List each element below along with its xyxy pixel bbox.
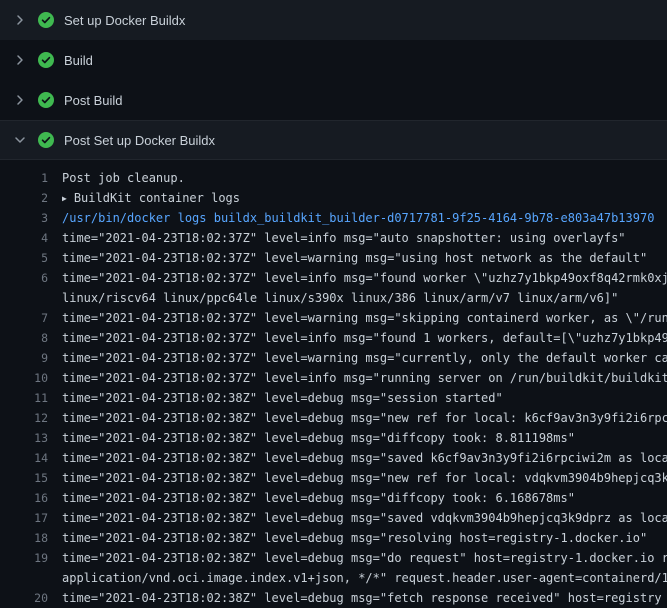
job-steps-list: Set up Docker Buildx Build Post Build Po… bbox=[0, 0, 667, 160]
log-row: 14time="2021-04-23T18:02:38Z" level=debu… bbox=[0, 448, 667, 468]
line-number[interactable]: 19 bbox=[0, 548, 62, 568]
log-text: time="2021-04-23T18:02:37Z" level=info m… bbox=[62, 328, 667, 348]
log-row: 6time="2021-04-23T18:02:37Z" level=info … bbox=[0, 268, 667, 288]
step-label: Post Build bbox=[64, 93, 123, 108]
log-text: time="2021-04-23T18:02:38Z" level=debug … bbox=[62, 468, 667, 488]
log-row: 12time="2021-04-23T18:02:38Z" level=debu… bbox=[0, 408, 667, 428]
check-circle-icon bbox=[38, 12, 54, 28]
log-row: 16time="2021-04-23T18:02:38Z" level=debu… bbox=[0, 488, 667, 508]
line-number[interactable]: 6 bbox=[0, 268, 62, 288]
line-number[interactable]: 5 bbox=[0, 248, 62, 268]
step-header-post-setup-docker-buildx[interactable]: Post Set up Docker Buildx bbox=[0, 120, 667, 160]
log-text: application/vnd.oci.image.index.v1+json,… bbox=[62, 568, 667, 588]
log-text: time="2021-04-23T18:02:37Z" level=info m… bbox=[62, 268, 667, 288]
log-text: Post job cleanup. bbox=[62, 168, 667, 188]
log-row: 9time="2021-04-23T18:02:37Z" level=warni… bbox=[0, 348, 667, 368]
chevron-right-icon bbox=[12, 12, 28, 28]
chevron-right-icon bbox=[12, 52, 28, 68]
line-number[interactable]: 20 bbox=[0, 588, 62, 608]
check-circle-icon bbox=[38, 92, 54, 108]
log-text: time="2021-04-23T18:02:38Z" level=debug … bbox=[62, 428, 667, 448]
log-row: 7time="2021-04-23T18:02:37Z" level=warni… bbox=[0, 308, 667, 328]
line-number[interactable]: 13 bbox=[0, 428, 62, 448]
chevron-right-icon bbox=[12, 92, 28, 108]
log-text: time="2021-04-23T18:02:38Z" level=debug … bbox=[62, 548, 667, 568]
log-row: 15time="2021-04-23T18:02:38Z" level=debu… bbox=[0, 468, 667, 488]
line-number[interactable]: 17 bbox=[0, 508, 62, 528]
step-label: Set up Docker Buildx bbox=[64, 13, 185, 28]
line-number[interactable]: 3 bbox=[0, 208, 62, 228]
line-number[interactable]: 2 bbox=[0, 188, 62, 208]
log-text: time="2021-04-23T18:02:38Z" level=debug … bbox=[62, 588, 667, 608]
log-row: 17time="2021-04-23T18:02:38Z" level=debu… bbox=[0, 508, 667, 528]
line-number[interactable]: 14 bbox=[0, 448, 62, 468]
log-text: time="2021-04-23T18:02:38Z" level=debug … bbox=[62, 408, 667, 428]
log-row: 2▶BuildKit container logs bbox=[0, 188, 667, 208]
step-label: Build bbox=[64, 53, 93, 68]
log-text: time="2021-04-23T18:02:37Z" level=warnin… bbox=[62, 348, 667, 368]
line-number[interactable]: 1 bbox=[0, 168, 62, 188]
log-row: 5time="2021-04-23T18:02:37Z" level=warni… bbox=[0, 248, 667, 268]
log-row: 11time="2021-04-23T18:02:38Z" level=debu… bbox=[0, 388, 667, 408]
step-header-post-build[interactable]: Post Build bbox=[0, 80, 667, 120]
line-number[interactable]: 11 bbox=[0, 388, 62, 408]
log-text: time="2021-04-23T18:02:37Z" level=warnin… bbox=[62, 308, 667, 328]
log-row: 13time="2021-04-23T18:02:38Z" level=debu… bbox=[0, 428, 667, 448]
group-expand-icon: ▶ bbox=[62, 189, 67, 208]
log-row: 20time="2021-04-23T18:02:38Z" level=debu… bbox=[0, 588, 667, 608]
check-circle-icon bbox=[38, 132, 54, 148]
log-row: 10time="2021-04-23T18:02:37Z" level=info… bbox=[0, 368, 667, 388]
log-row: 18time="2021-04-23T18:02:38Z" level=debu… bbox=[0, 528, 667, 548]
log-text: time="2021-04-23T18:02:37Z" level=info m… bbox=[62, 228, 667, 248]
log-text: linux/riscv64 linux/ppc64le linux/s390x … bbox=[62, 288, 667, 308]
line-number bbox=[0, 288, 62, 308]
chevron-down-icon bbox=[12, 132, 28, 148]
log-row: application/vnd.oci.image.index.v1+json,… bbox=[0, 568, 667, 588]
line-number[interactable]: 16 bbox=[0, 488, 62, 508]
log-text: time="2021-04-23T18:02:38Z" level=debug … bbox=[62, 508, 667, 528]
log-row: linux/riscv64 linux/ppc64le linux/s390x … bbox=[0, 288, 667, 308]
check-circle-icon bbox=[38, 52, 54, 68]
step-header-setup-docker-buildx[interactable]: Set up Docker Buildx bbox=[0, 0, 667, 40]
log-text: time="2021-04-23T18:02:38Z" level=debug … bbox=[62, 448, 667, 468]
log-text: time="2021-04-23T18:02:37Z" level=warnin… bbox=[62, 248, 667, 268]
line-number[interactable]: 7 bbox=[0, 308, 62, 328]
line-number[interactable]: 8 bbox=[0, 328, 62, 348]
step-header-build[interactable]: Build bbox=[0, 40, 667, 80]
log-panel: 1Post job cleanup.2▶BuildKit container l… bbox=[0, 160, 667, 608]
line-number[interactable]: 15 bbox=[0, 468, 62, 488]
line-number[interactable]: 12 bbox=[0, 408, 62, 428]
line-number[interactable]: 9 bbox=[0, 348, 62, 368]
log-group-toggle[interactable]: ▶BuildKit container logs bbox=[62, 188, 667, 208]
line-number[interactable]: 10 bbox=[0, 368, 62, 388]
log-command-text: /usr/bin/docker logs buildx_buildkit_bui… bbox=[62, 208, 667, 228]
line-number[interactable]: 4 bbox=[0, 228, 62, 248]
step-label: Post Set up Docker Buildx bbox=[64, 133, 215, 148]
log-row: 19time="2021-04-23T18:02:38Z" level=debu… bbox=[0, 548, 667, 568]
log-text: time="2021-04-23T18:02:38Z" level=debug … bbox=[62, 488, 667, 508]
log-text: time="2021-04-23T18:02:38Z" level=debug … bbox=[62, 388, 667, 408]
log-text: time="2021-04-23T18:02:38Z" level=debug … bbox=[62, 528, 667, 548]
log-row: 3/usr/bin/docker logs buildx_buildkit_bu… bbox=[0, 208, 667, 228]
line-number bbox=[0, 568, 62, 588]
line-number[interactable]: 18 bbox=[0, 528, 62, 548]
log-text: time="2021-04-23T18:02:37Z" level=info m… bbox=[62, 368, 667, 388]
log-row: 4time="2021-04-23T18:02:37Z" level=info … bbox=[0, 228, 667, 248]
log-row: 8time="2021-04-23T18:02:37Z" level=info … bbox=[0, 328, 667, 348]
log-row: 1Post job cleanup. bbox=[0, 168, 667, 188]
